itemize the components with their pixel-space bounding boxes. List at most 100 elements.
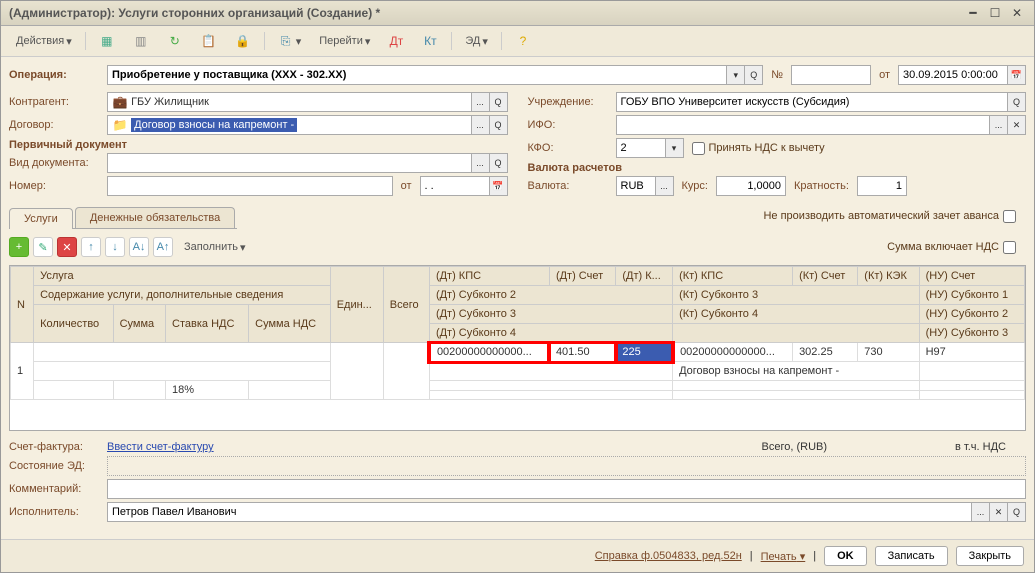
ifo-select-btn[interactable]: ... <box>990 115 1008 135</box>
save-button[interactable]: Записать <box>875 546 948 566</box>
date-calendar-btn[interactable]: 📅 <box>1008 65 1026 85</box>
print-menu[interactable]: Печать ▾ <box>761 550 806 563</box>
add-row-button[interactable]: + <box>9 237 29 257</box>
col-dt-sub2[interactable]: (Дт) Субконто 2 <box>429 286 672 305</box>
cell-kt-kps[interactable]: 00200000000000... <box>673 343 793 362</box>
vat-checkbox[interactable] <box>692 142 705 155</box>
performer-q-btn[interactable]: Q <box>1008 502 1026 522</box>
kfo-dropdown-btn[interactable]: ▾ <box>666 138 684 158</box>
table-row[interactable]: 1 00200000000000... 401.50 225 002000000… <box>11 343 1025 362</box>
col-nu-sub2[interactable]: (НУ) Субконто 2 <box>919 305 1024 324</box>
move-up-button[interactable]: ↑ <box>81 237 101 257</box>
toolbar-btn-8[interactable]: Кт <box>415 30 445 52</box>
operation-dropdown-btn[interactable]: ▾ <box>727 65 745 85</box>
number-field[interactable] <box>791 65 871 85</box>
ifo-field[interactable] <box>616 115 991 135</box>
close-form-button[interactable]: Закрыть <box>956 546 1024 566</box>
sort-asc-button[interactable]: A↓ <box>129 237 149 257</box>
col-dt-acc[interactable]: (Дт) Счет <box>549 267 615 286</box>
move-down-button[interactable]: ↓ <box>105 237 125 257</box>
currency-select-btn[interactable]: ... <box>656 176 674 196</box>
col-nu-sub3[interactable]: (НУ) Субконто 3 <box>919 324 1024 343</box>
col-desc[interactable]: Содержание услуги, дополнительные сведен… <box>34 286 331 305</box>
cell-dt-kps[interactable]: 00200000000000... <box>429 343 549 362</box>
maximize-button[interactable]: ☐ <box>986 5 1004 21</box>
no-auto-offset-checkbox[interactable] <box>1003 210 1016 223</box>
col-n[interactable]: N <box>11 267 34 343</box>
number2-field[interactable] <box>107 176 393 196</box>
kfo-field[interactable] <box>616 138 666 158</box>
toolbar-btn-4[interactable]: 📋 <box>194 30 224 52</box>
col-vat-sum[interactable]: Сумма НДС <box>249 305 331 343</box>
col-nu-acc[interactable]: (НУ) Счет <box>919 267 1024 286</box>
toolbar-btn-1[interactable]: ▦ <box>92 30 122 52</box>
col-dt-kps[interactable]: (Дт) КПС <box>429 267 549 286</box>
operation-clear-btn[interactable]: Q <box>745 65 763 85</box>
cell-kt-kek[interactable]: 730 <box>858 343 919 362</box>
help-button[interactable]: ? <box>508 30 538 52</box>
date2-calendar-btn[interactable]: 📅 <box>490 176 508 196</box>
delete-row-button[interactable]: ✕ <box>57 237 77 257</box>
date-field[interactable] <box>898 65 1008 85</box>
doc-type-q-btn[interactable]: Q <box>490 153 508 173</box>
cell-nu-acc[interactable]: Н97 <box>919 343 1024 362</box>
col-kt-kps[interactable]: (Кт) КПС <box>673 267 793 286</box>
contract-value[interactable]: Договор взносы на капремонт - <box>131 118 297 132</box>
counterparty-value[interactable]: ГБУ Жилищник <box>131 96 209 108</box>
cell-kt-sub3[interactable]: Договор взносы на капремонт - <box>673 362 920 381</box>
close-button[interactable]: ✕ <box>1008 5 1026 21</box>
col-qty[interactable]: Количество <box>34 305 113 343</box>
toolbar-btn-3[interactable]: ↻ <box>160 30 190 52</box>
data-grid[interactable]: N Услуга Един... Всего (Дт) КПС (Дт) Сче… <box>9 265 1026 431</box>
performer-select-btn[interactable]: ... <box>972 502 990 522</box>
operation-field[interactable] <box>107 65 727 85</box>
toolbar-btn-6[interactable]: ⎘▾ <box>271 30 309 52</box>
ok-button[interactable]: OK <box>824 546 867 566</box>
col-dt-k[interactable]: (Дт) К... <box>616 267 673 286</box>
cell-kt-acc[interactable]: 302.25 <box>793 343 858 362</box>
col-nu-sub1[interactable]: (НУ) Субконто 1 <box>919 286 1024 305</box>
cell-vat-rate[interactable]: 18% <box>166 381 249 400</box>
ifo-x-btn[interactable]: ✕ <box>1008 115 1026 135</box>
col-total[interactable]: Всего <box>383 267 429 343</box>
counterparty-select-btn[interactable]: ... <box>472 92 490 112</box>
cell-n[interactable]: 1 <box>11 343 34 400</box>
ed-menu[interactable]: ЭД ▾ <box>458 32 495 51</box>
minimize-button[interactable]: ━ <box>964 5 982 21</box>
col-kt-kek[interactable]: (Кт) КЭК <box>858 267 919 286</box>
contract-select-btn[interactable]: ... <box>472 115 490 135</box>
actions-menu[interactable]: Действия ▾ <box>9 32 79 51</box>
invoice-link[interactable]: Ввести счет-фактуру <box>107 441 214 453</box>
reference-link[interactable]: Справка ф.0504833, ред.52н <box>595 550 742 562</box>
table-row[interactable]: 18% <box>11 381 1025 391</box>
col-dt-sub3[interactable]: (Дт) Субконто 3 <box>429 305 672 324</box>
edit-row-button[interactable]: ✎ <box>33 237 53 257</box>
tab-services[interactable]: Услуги <box>9 208 73 229</box>
toolbar-btn-7[interactable]: Дт <box>381 30 411 52</box>
col-kt-acc[interactable]: (Кт) Счет <box>793 267 858 286</box>
institution-field[interactable] <box>616 92 1009 112</box>
col-kt-sub4[interactable]: (Кт) Субконто 4 <box>673 305 920 324</box>
col-kt-sub3[interactable]: (Кт) Субконто 3 <box>673 286 920 305</box>
tab-obligations[interactable]: Денежные обязательства <box>75 207 235 228</box>
sort-desc-button[interactable]: A↑ <box>153 237 173 257</box>
doc-type-select-btn[interactable]: ... <box>472 153 490 173</box>
fill-menu[interactable]: Заполнить ▾ <box>177 238 253 257</box>
col-dt-sub4[interactable]: (Дт) Субконто 4 <box>429 324 672 343</box>
contract-q-btn[interactable]: Q <box>490 115 508 135</box>
col-unit[interactable]: Един... <box>330 267 383 343</box>
toolbar-btn-5[interactable]: 🔒 <box>228 30 258 52</box>
date2-field[interactable] <box>420 176 490 196</box>
table-row[interactable]: Договор взносы на капремонт - <box>11 362 1025 381</box>
performer-field[interactable] <box>107 502 972 522</box>
col-sum[interactable]: Сумма <box>113 305 165 343</box>
institution-q-btn[interactable]: Q <box>1008 92 1026 112</box>
counterparty-q-btn[interactable]: Q <box>490 92 508 112</box>
col-service[interactable]: Услуга <box>34 267 331 286</box>
multiplicity-field[interactable] <box>857 176 907 196</box>
cell-dt-acc[interactable]: 401.50 <box>549 343 615 362</box>
toolbar-btn-2[interactable]: ▥ <box>126 30 156 52</box>
currency-field[interactable] <box>616 176 656 196</box>
sum-includes-vat-checkbox[interactable] <box>1003 241 1016 254</box>
col-vat-rate[interactable]: Ставка НДС <box>166 305 249 343</box>
